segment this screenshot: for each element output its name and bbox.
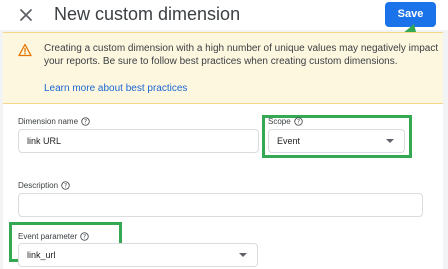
event-parameter-value: link_url [27, 250, 56, 260]
dialog-title: New custom dimension [54, 4, 241, 24]
description-label-text: Description [18, 181, 59, 190]
close-icon[interactable] [14, 3, 38, 27]
help-circle-icon[interactable]: ? [61, 181, 70, 190]
scope-select[interactable]: Event [268, 129, 405, 153]
description-field[interactable] [18, 193, 423, 217]
help-circle-icon[interactable]: ? [294, 117, 303, 126]
event-parameter-label-text: Event parameter [18, 232, 78, 241]
dropdown-arrow-icon [239, 253, 247, 257]
warning-icon [18, 43, 32, 57]
description-label: Description ? [18, 181, 70, 190]
svg-text:?: ? [297, 120, 300, 126]
dropdown-arrow-icon [386, 139, 394, 143]
help-circle-icon[interactable]: ? [81, 117, 90, 126]
dimension-name-label: Dimension name ? [18, 117, 90, 126]
dimension-name-label-text: Dimension name [18, 117, 79, 126]
help-circle-icon[interactable]: ? [80, 232, 89, 241]
event-parameter-label: Event parameter ? [18, 232, 89, 241]
dimension-name-value: link URL [27, 136, 62, 146]
scope-value: Event [277, 136, 301, 146]
svg-text:?: ? [83, 235, 86, 241]
warning-message: Creating a custom dimension with a high … [44, 43, 439, 67]
scope-label-text: Scope [268, 117, 291, 126]
svg-text:?: ? [64, 184, 67, 190]
scope-label: Scope ? [268, 117, 303, 126]
dimension-name-field[interactable]: link URL [18, 129, 259, 153]
event-parameter-select[interactable]: link_url [18, 243, 258, 267]
svg-text:?: ? [84, 120, 87, 126]
learn-more-link[interactable]: Learn more about best practices [44, 83, 187, 94]
